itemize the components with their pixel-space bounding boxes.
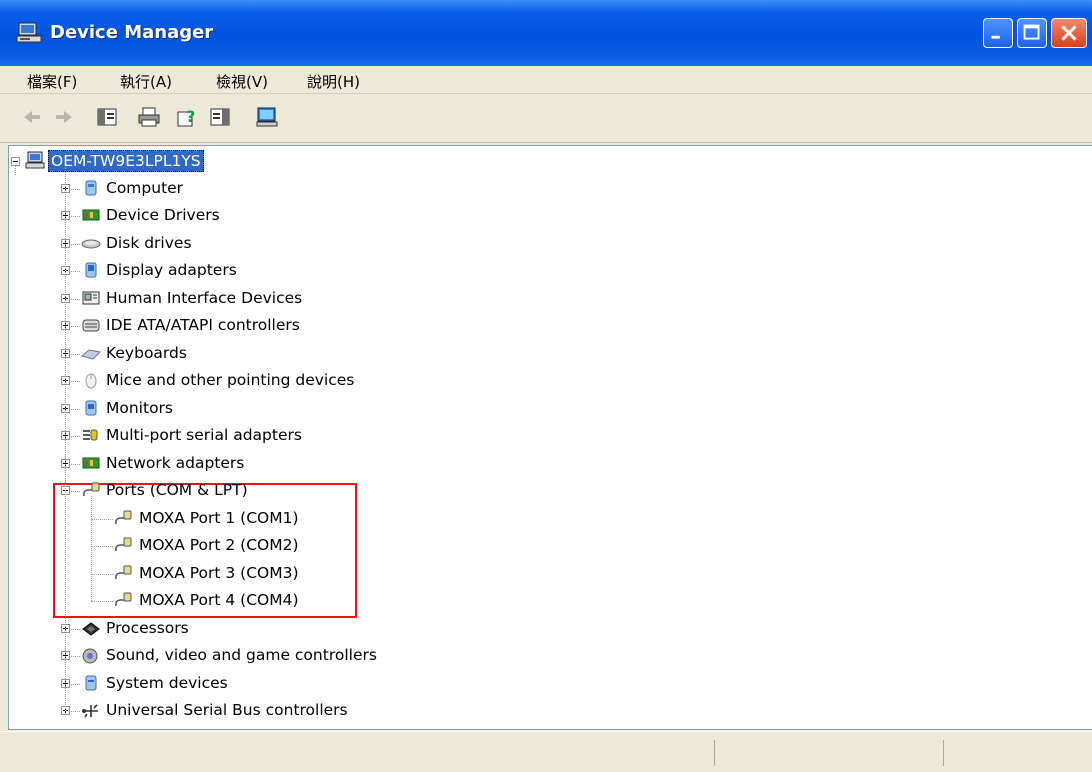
status-divider: [943, 740, 944, 766]
menu-file[interactable]: 檔案(F): [27, 71, 77, 92]
network-icon: [82, 457, 100, 468]
maximize-button[interactable]: [1017, 18, 1047, 48]
device-manager-icon: [16, 22, 42, 43]
tree-category-ide[interactable]: IDE ATA/ATAPI controllers: [106, 315, 300, 335]
tree-connector: [91, 573, 113, 575]
port-icon: [115, 537, 132, 552]
tree-connector: [15, 165, 16, 175]
tree-category-processor[interactable]: Processors: [106, 618, 189, 638]
forward-icon[interactable]: [52, 106, 76, 128]
tree-category-hid[interactable]: Human Interface Devices: [106, 288, 302, 308]
status-divider: [714, 740, 715, 766]
tree-connector: [91, 546, 113, 547]
tree-category-disk[interactable]: Disk drives: [106, 233, 192, 253]
tree-category-keyboard[interactable]: Keyboards: [106, 343, 187, 363]
device-tree[interactable]: OEM-TW9E3LPL1YS Computer Device Drivers Dis…: [8, 145, 1092, 730]
help-icon[interactable]: ?: [176, 106, 200, 128]
tree-connector: [65, 167, 66, 711]
serial-adapter-icon: [83, 429, 98, 441]
tree-category-system[interactable]: System devices: [106, 673, 228, 693]
tree-port-item[interactable]: MOXA Port 1 (COM1): [139, 508, 299, 528]
svg-text:?: ?: [186, 107, 195, 126]
menu-bar: 檔案(F) 執行(A) 檢視(V) 說明(H): [0, 66, 1092, 94]
tree-connector: [91, 518, 113, 520]
port-icon: [115, 510, 132, 524]
title-bar[interactable]: Device Manager: [0, 0, 1092, 67]
properties-icon[interactable]: [208, 106, 232, 128]
close-icon: [1061, 25, 1077, 41]
menu-action[interactable]: 執行(A): [120, 71, 172, 92]
close-button[interactable]: [1051, 18, 1087, 48]
show-hide-tree-icon[interactable]: [95, 106, 119, 128]
minimize-icon: [991, 35, 1000, 39]
computer-icon: [85, 180, 97, 195]
tree-category-usb[interactable]: Universal Serial Bus controllers: [106, 700, 348, 720]
root-icon: [25, 151, 45, 169]
tree-category-monitor[interactable]: Monitors: [106, 398, 173, 418]
port-icon: [115, 592, 132, 607]
scan-hardware-icon[interactable]: [255, 106, 279, 128]
status-bar: [0, 731, 1092, 772]
system-icon: [85, 675, 97, 690]
tree-category-network[interactable]: Network adapters: [106, 453, 244, 473]
tree-port-item[interactable]: MOXA Port 4 (COM4): [139, 590, 299, 610]
back-icon[interactable]: [20, 106, 44, 128]
tree-port-item[interactable]: MOXA Port 2 (COM2): [139, 535, 299, 555]
ide-icon: [82, 319, 100, 332]
keyboard-icon: [81, 348, 101, 360]
port-icon: [115, 565, 132, 579]
mouse-icon: [85, 373, 97, 389]
tree-category-sound[interactable]: Sound, video and game controllers: [106, 645, 377, 665]
driver-icon: [82, 209, 100, 221]
maximize-icon: [1023, 24, 1040, 40]
disk-icon: [81, 239, 101, 248]
display-icon: [85, 262, 97, 278]
usb-icon: [82, 704, 98, 718]
tree-category-driver[interactable]: Device Drivers: [106, 205, 220, 225]
toolbar: ?: [0, 94, 1092, 143]
tree-connector: [91, 601, 113, 602]
hid-icon: [82, 291, 100, 304]
tree-connector: [91, 496, 92, 601]
print-icon[interactable]: [137, 106, 161, 128]
tree-category-port[interactable]: Ports (COM & LPT): [106, 480, 248, 500]
tree-category-display[interactable]: Display adapters: [106, 260, 237, 280]
window-title: Device Manager: [50, 22, 214, 43]
tree-category-serial-adapter[interactable]: Multi-port serial adapters: [106, 425, 302, 445]
tree-root-label[interactable]: OEM-TW9E3LPL1YS: [48, 150, 204, 172]
tree-category-computer[interactable]: Computer: [106, 178, 183, 198]
device-manager-window: Device Manager 檔案(F) 執行(A) 檢視(V) 說明(H) ?: [0, 0, 1092, 772]
minimize-button[interactable]: [983, 18, 1013, 48]
processor-icon: [82, 621, 100, 636]
tree-category-mouse[interactable]: Mice and other pointing devices: [106, 370, 354, 390]
sound-icon: [82, 648, 98, 664]
monitor-icon: [85, 400, 97, 415]
menu-view[interactable]: 檢視(V): [216, 71, 268, 92]
menu-help[interactable]: 說明(H): [307, 71, 360, 92]
tree-port-item[interactable]: MOXA Port 3 (COM3): [139, 563, 299, 583]
